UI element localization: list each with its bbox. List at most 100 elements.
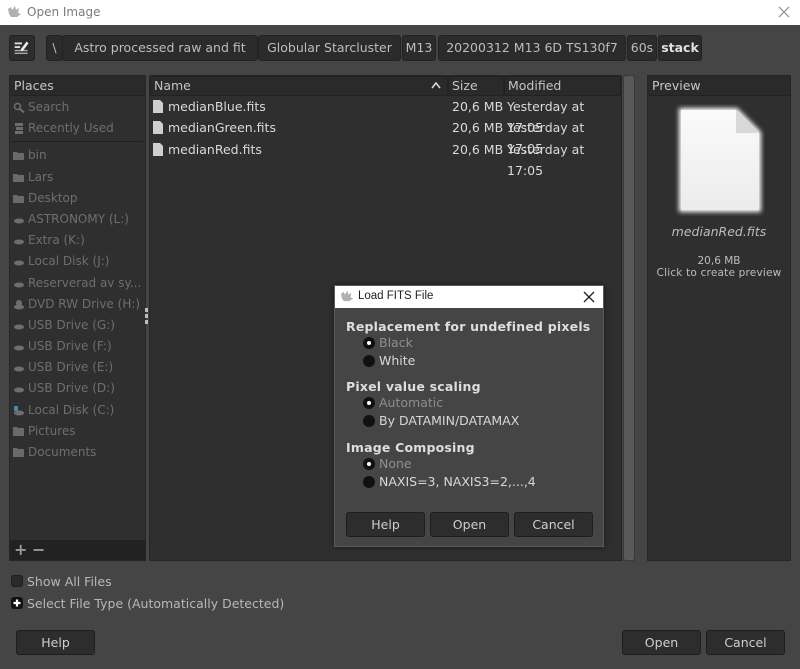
place-pictures[interactable]: Pictures [10, 421, 145, 442]
radio-datamin-datamax[interactable]: By DATAMIN/DATAMAX [363, 413, 523, 429]
radio-automatic[interactable]: Automatic [363, 395, 463, 411]
place-documents[interactable]: Documents [10, 442, 145, 463]
radio-label: Black [379, 335, 413, 350]
section-title-image-composing: Image Composing [346, 440, 475, 455]
file-icon [153, 121, 163, 135]
column-header-modified[interactable]: Modified [504, 76, 621, 96]
place-label: bin [28, 148, 47, 163]
radio-label: By DATAMIN/DATAMAX [379, 413, 520, 428]
places-separator [12, 141, 143, 143]
create-preview-hint[interactable]: Click to create preview [648, 267, 790, 279]
checkbox-box [11, 575, 23, 587]
add-bookmark-button[interactable]: + [14, 541, 27, 559]
edit-location-icon [14, 41, 29, 54]
place-label: Search [28, 100, 70, 114]
place-usb-f[interactable]: USB Drive (F:) [10, 336, 145, 357]
place-dvd-rw-h[interactable]: DVD RW Drive (H:) [10, 294, 145, 315]
file-row[interactable]: medianGreen.fits 20,6 MB Yesterday at 17… [150, 117, 621, 156]
place-local-disk-j[interactable]: Local Disk (J:) [10, 251, 145, 272]
place-local-disk-c[interactable]: Local Disk (C:) [10, 400, 145, 421]
file-size: 20,6 MB [452, 120, 504, 136]
place-usb-g[interactable]: USB Drive (G:) [10, 315, 145, 336]
place-label: Recently Used [28, 121, 114, 136]
scrollbar-thumb[interactable] [624, 76, 634, 560]
preview-header: Preview [648, 76, 790, 96]
close-icon[interactable] [581, 289, 597, 305]
preview-pane[interactable]: Preview medianRed.fits 20,6 MB Click to … [647, 75, 791, 561]
crumb-m13[interactable]: M13 [402, 35, 436, 61]
path-bar: \ Astro processed raw and fit Globular S… [0, 25, 800, 70]
place-label: USB Drive (D:) [28, 381, 115, 396]
places-footer: + − [10, 540, 145, 560]
column-header-name[interactable]: Name [150, 76, 448, 96]
show-all-files-checkbox[interactable]: Show All Files [11, 574, 131, 590]
place-label: USB Drive (F:) [28, 339, 112, 354]
place-usb-e[interactable]: USB Drive (E:) [10, 357, 145, 378]
dialog-help-button[interactable]: Help [346, 512, 425, 537]
file-size: 20,6 MB [452, 141, 504, 157]
place-bin[interactable]: bin [10, 145, 145, 166]
place-lars[interactable]: Lars [10, 167, 145, 188]
select-file-type-expander[interactable]: Select File Type (Automatically Detected… [11, 596, 284, 612]
crumb-globular-starcluster[interactable]: Globular Starcluster [258, 35, 401, 61]
file-list-scrollbar[interactable] [623, 75, 635, 561]
crumb-root[interactable]: \ [46, 35, 63, 61]
drive-icon [14, 387, 24, 393]
place-recently-used[interactable]: Recently Used [10, 118, 145, 139]
place-desktop[interactable]: Desktop [10, 188, 145, 209]
file-row[interactable]: medianRed.fits 20,6 MB Yesterday at 17:0… [150, 139, 621, 178]
column-label: Size [452, 78, 478, 93]
dialog-cancel-button[interactable]: Cancel [514, 512, 593, 537]
window-titlebar: Open Image [0, 0, 800, 25]
column-label: Modified [508, 78, 562, 93]
radio-black[interactable]: Black [363, 335, 443, 351]
radio-indicator [363, 337, 375, 349]
place-search[interactable]: Search [10, 97, 145, 118]
place-label: Lars [28, 169, 54, 184]
optical-drive-icon [14, 299, 24, 310]
drive-icon [14, 239, 24, 245]
file-row[interactable]: medianBlue.fits 20,6 MB Yesterday at 17:… [150, 96, 621, 135]
folder-icon [13, 448, 24, 457]
crumb-20200312[interactable]: 20200312 M13 6D TS130f7 [438, 35, 626, 61]
gimp-wilber-icon [8, 6, 21, 17]
folder-icon [13, 173, 24, 182]
load-fits-dialog: Load FITS File Replacement for undefined… [334, 285, 604, 547]
system-drive-icon [14, 405, 24, 416]
drive-icon [14, 324, 24, 330]
crumb-astro-processed[interactable]: Astro processed raw and fit [62, 35, 258, 61]
file-name: medianRed.fits [168, 141, 262, 157]
drive-icon [14, 366, 24, 372]
drive-icon [14, 282, 24, 287]
place-usb-d[interactable]: USB Drive (D:) [10, 378, 145, 399]
crumb-stack[interactable]: stack [658, 35, 702, 61]
radio-naxis[interactable]: NAXIS=3, NAXIS3=2,...,4 [363, 474, 536, 490]
place-label: Desktop [28, 190, 78, 205]
radio-label: Automatic [379, 395, 444, 410]
drive-icon [14, 218, 24, 224]
crumb-60s[interactable]: 60s [627, 35, 657, 61]
open-button[interactable]: Open [622, 630, 701, 655]
radio-indicator [363, 458, 375, 470]
remove-bookmark-button[interactable]: − [32, 541, 45, 559]
radio-white[interactable]: White [363, 353, 443, 369]
file-icon [153, 142, 163, 156]
cancel-button[interactable]: Cancel [706, 630, 785, 655]
search-icon [13, 102, 25, 113]
place-reserverad[interactable]: Reserverad av sy... [10, 273, 145, 294]
edit-location-button[interactable] [9, 35, 35, 61]
close-icon[interactable] [774, 2, 794, 22]
place-astronomy-l[interactable]: ASTRONOMY (L:) [10, 209, 145, 230]
dialog-open-button[interactable]: Open [430, 512, 509, 537]
recent-icon [15, 123, 23, 135]
dialog-title: Load FITS File [358, 290, 434, 302]
radio-none[interactable]: None [363, 456, 443, 472]
expander-plus-icon [11, 597, 23, 609]
column-label: Name [154, 78, 191, 93]
place-extra-k[interactable]: Extra (K:) [10, 230, 145, 251]
window-title: Open Image [27, 5, 101, 19]
folder-icon [13, 426, 24, 436]
help-button[interactable]: Help [16, 630, 95, 655]
column-header-size[interactable]: Size [448, 76, 504, 96]
place-label: Local Disk (J:) [28, 254, 110, 269]
